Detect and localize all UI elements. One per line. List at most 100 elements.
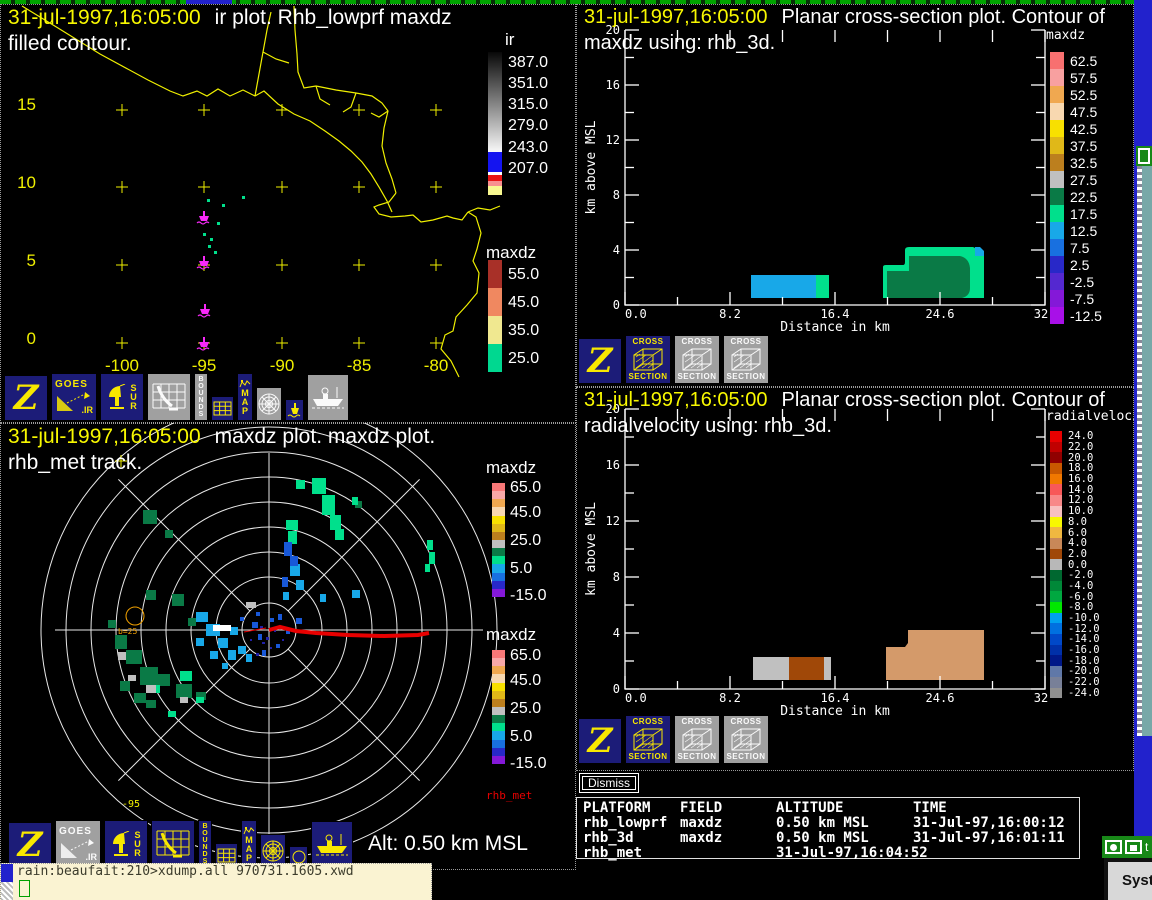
corner-window-body: Syste	[1104, 858, 1152, 900]
dismiss-button[interactable]: Dismiss	[579, 773, 639, 793]
radar-echo	[115, 635, 127, 649]
zeb-logo-button[interactable]: Z	[4, 375, 48, 421]
goes-ir-button[interactable]: GOES .IR	[51, 373, 97, 421]
panel-title: 31-jul-1997,16:05:00 Planar cross-section…	[584, 6, 1105, 29]
bounds-button[interactable]: BOUNDS	[198, 820, 212, 868]
ship-button[interactable]	[307, 374, 349, 421]
colorbar-value: 27.5	[1070, 171, 1098, 188]
svg-text:0: 0	[613, 682, 620, 696]
radar-echo	[296, 618, 302, 624]
radar-echo	[176, 684, 192, 698]
colorbar-swatch	[492, 747, 505, 756]
colorbar-value: 12.5	[1070, 222, 1098, 239]
svg-text:8.2: 8.2	[719, 307, 741, 321]
colorbar-value: 387.0	[508, 54, 549, 71]
cross-section-button-3[interactable]: CROSS SECTION	[723, 715, 769, 764]
map-button[interactable]: MAP	[241, 820, 257, 868]
colorbar-label: maxdz	[1046, 28, 1086, 43]
terminal-cursor	[19, 880, 30, 897]
svg-text:32: 32	[1034, 307, 1048, 321]
table-cell: TIME	[913, 800, 947, 816]
radar-echo	[283, 592, 289, 600]
colorbar-entry: 62.5	[1050, 52, 1102, 69]
map-button[interactable]: MAP	[237, 373, 253, 421]
cross-section-button-2[interactable]: CROSS SECTION	[674, 715, 720, 764]
radar-dish-icon	[113, 831, 130, 856]
colorbar-swatch	[1050, 222, 1064, 239]
cross-section-button-1[interactable]: CROSS SECTION	[625, 715, 671, 764]
ir-colorbar-ramp	[488, 52, 502, 195]
radar-echo	[296, 580, 304, 590]
grid-button[interactable]	[211, 396, 234, 421]
data-availability-window: Dismiss PLATFORM FIELD ALTITUDE TIME rhb_low…	[576, 771, 1082, 862]
title-text: maxdz plot. maxdz plot.	[214, 425, 436, 448]
radar-echo	[284, 542, 292, 556]
cube-icon	[633, 728, 663, 751]
desktop: 31-jul-1997,16:05:00 ir plot. Rhb_lowprf …	[0, 0, 1152, 900]
goes-ir-button[interactable]: GOES .IR	[55, 820, 101, 868]
range-rings-button[interactable]	[256, 387, 282, 421]
colorbar-value: -2.5	[1070, 273, 1095, 290]
colorbar-entry: 7.5	[1050, 239, 1102, 256]
corner-window-text: Syste	[1122, 872, 1152, 889]
button-label: SUR	[134, 829, 141, 858]
button-label: SUR	[130, 382, 137, 411]
colorbar-swatch	[1050, 602, 1062, 613]
radar-dish-icon	[109, 384, 126, 409]
lon-tick-label: -80	[423, 356, 449, 375]
window-document-icon[interactable]	[1125, 840, 1142, 854]
colorbar-swatch	[1050, 273, 1064, 290]
radar-echo	[290, 556, 298, 566]
zeb-logo-button[interactable]: Z	[578, 718, 622, 764]
window-menu-icon[interactable]	[1105, 840, 1122, 854]
colorbar-swatch	[1050, 239, 1064, 256]
cross-section-button-3[interactable]: CROSS SECTION	[723, 335, 769, 384]
cube-icon	[731, 728, 761, 751]
panel-title: 31-jul-1997,16:05:00 maxdz plot. maxdz pl…	[8, 425, 435, 449]
buoy-button[interactable]	[285, 399, 304, 421]
radar-echo	[172, 594, 184, 606]
colorbar-swatch	[492, 556, 505, 565]
colorbar-entry: 17.5	[1050, 205, 1102, 222]
radar-echo	[134, 693, 146, 703]
top-window-edge-blue	[186, 0, 232, 4]
radar-grid-button[interactable]	[147, 373, 191, 421]
corner-window-titlebar[interactable]: t	[1102, 836, 1152, 858]
platform-table: PLATFORM FIELD ALTITUDE TIME rhb_lowprf maxdz…	[576, 797, 1080, 861]
bounds-button[interactable]: BOUNDS	[194, 373, 208, 421]
surveillance-radar-button[interactable]: SUR	[104, 820, 148, 868]
terminal-window[interactable]: rain:beaufait:210>xdump.all 970731.1605.…	[0, 863, 432, 900]
colorbar-swatch	[1050, 431, 1062, 442]
colorbar-swatch	[1050, 676, 1062, 688]
radar-grid-button[interactable]	[151, 820, 195, 868]
cross-section-button-2[interactable]: CROSS SECTION	[674, 335, 720, 384]
lat-tick-label: 5	[26, 251, 36, 270]
radar-echo	[196, 638, 204, 646]
window-resize-border[interactable]	[1137, 166, 1142, 736]
colorbar-value: 25.0	[510, 532, 542, 549]
panel-xsec-radialvelocity: 20 16 12 8 4 0 0.0 8.2 16.4 24.6 32 Distance in km k…	[576, 387, 1152, 771]
colorbar-value: 207.0	[508, 160, 549, 177]
radar-echo	[352, 590, 360, 598]
radar-echo	[230, 627, 238, 635]
ship-icon	[316, 834, 348, 856]
background-window-titlebar-fragment[interactable]	[1136, 146, 1152, 166]
colorbar-swatch	[1050, 634, 1062, 645]
colorbar-value: 2.5	[1070, 256, 1090, 273]
zeb-logo-button[interactable]: Z	[578, 338, 622, 384]
radar-echo	[330, 515, 341, 530]
terminal-prompt-line: rain:beaufait:210>xdump.all 970731.1605.…	[17, 864, 354, 879]
table-cell: 31-Jul-97,16:01:11	[913, 830, 1065, 846]
cross-section-button-1[interactable]: CROSS SECTION	[625, 335, 671, 384]
radar-echo	[228, 650, 236, 660]
radar-echo	[222, 663, 228, 669]
zeb-logo-button[interactable]: Z	[8, 822, 52, 868]
ship-button[interactable]	[311, 821, 353, 868]
surveillance-radar-button[interactable]: SUR	[100, 373, 144, 421]
terminal-scrollbar-thumb[interactable]	[1, 864, 13, 882]
colorbar-value: 35.0	[508, 322, 540, 339]
colorbar-swatch	[492, 572, 505, 581]
colorbar-value: 52.5	[1070, 86, 1098, 103]
table-cell: 31-Jul-97,16:04:52	[776, 845, 928, 861]
table-row: rhb_lowprf maxdz 0.50 km MSL 31-Jul-97,16:0…	[583, 816, 1079, 831]
